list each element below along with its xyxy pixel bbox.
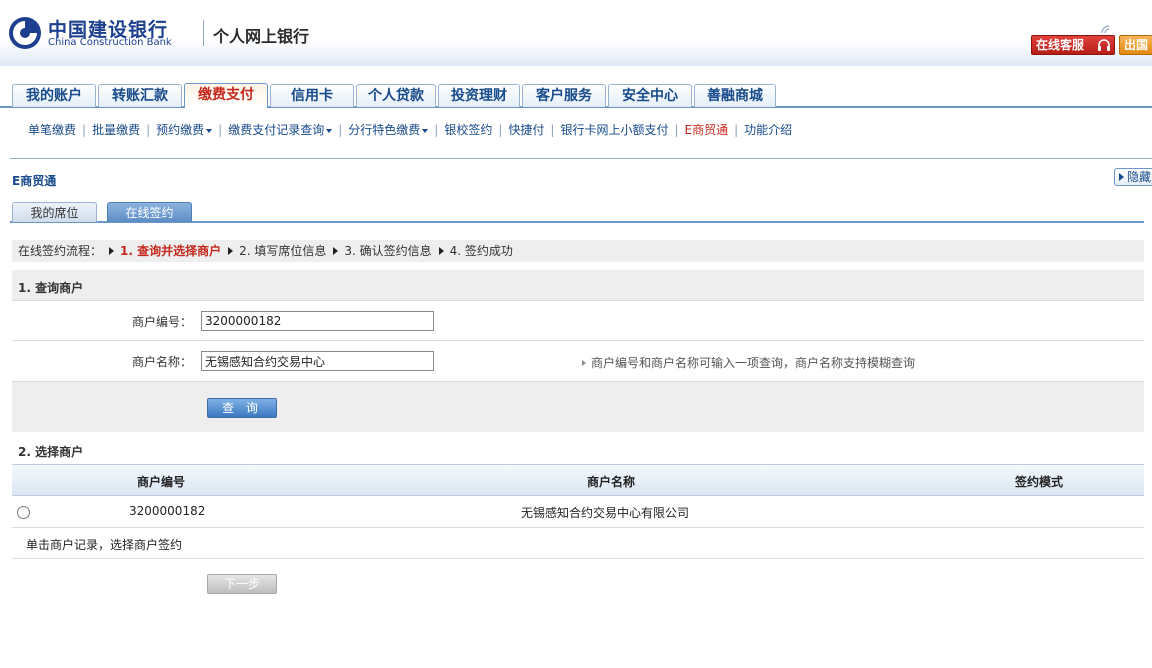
- arrow-right-icon: [333, 247, 339, 255]
- hide-button[interactable]: 隐藏: [1114, 168, 1152, 186]
- sub-nav: 单笔缴费 | 批量缴费 | 预约缴费 | 缴费支付记录查询 | 分行特色缴费 | 银校签约 | 快捷付 |…: [28, 121, 792, 137]
- nav-tab-shanrong-mall[interactable]: 善融商城: [694, 84, 776, 107]
- signing-process-bar: 在线签约流程： 1. 查询并选择商户 2. 填写席位信息 3. 确认签约信息 4. 签约…: [12, 240, 1144, 262]
- select-heading: 2. 选择商户: [18, 445, 84, 459]
- subnav-separator: |: [82, 123, 87, 137]
- subnav-branch-payment[interactable]: 分行特色缴费: [348, 121, 429, 138]
- subnav-feature-intro[interactable]: 功能介绍: [744, 121, 792, 138]
- subnav-separator: |: [550, 123, 555, 137]
- subnav-separator: |: [218, 123, 223, 137]
- nav-tab-credit-card[interactable]: 信用卡: [270, 84, 354, 107]
- process-step-1: 1. 查询并选择商户: [120, 244, 222, 258]
- caret-down-icon: [326, 128, 333, 133]
- subnav-single-payment[interactable]: 单笔缴费: [28, 121, 76, 138]
- table-note-row: 单击商户记录，选择商户签约: [12, 528, 1144, 559]
- subnav-micro-payment[interactable]: 银行卡网上小额支付: [560, 121, 668, 138]
- subnav-e-trade[interactable]: E商贸通: [685, 121, 729, 138]
- headset-icon: [1098, 39, 1110, 51]
- nav-tab-payment[interactable]: 缴费支付: [184, 83, 268, 108]
- column-signing-mode: 签约模式: [1015, 475, 1064, 489]
- nav-tab-security-center[interactable]: 安全中心: [608, 84, 692, 107]
- header: 中国建设银行 China Construction Bank 个人网上银行 在线…: [0, 0, 1152, 66]
- cell-merchant-name: 无锡感知合约交易中心有限公司: [521, 506, 690, 520]
- subnav-scheduled-payment[interactable]: 预约缴费: [156, 121, 213, 138]
- column-merchant-name: 商户名称: [587, 475, 636, 489]
- signal-wave-icon: [1101, 25, 1110, 34]
- merchant-id-input[interactable]: [201, 311, 434, 331]
- query-hint: 商户编号和商户名称可输入一项查询，商户名称支持模糊查询: [582, 354, 915, 371]
- header-divider: [203, 20, 204, 46]
- subnav-branch-payment-label: 分行特色缴费: [348, 123, 421, 137]
- bank-name-en: China Construction Bank: [48, 37, 172, 48]
- sub-tabs: 我的席位 在线签约: [10, 202, 1144, 223]
- subnav-batch-payment[interactable]: 批量缴费: [92, 121, 140, 138]
- ccb-logo-icon: [9, 17, 41, 49]
- section-title: E商贸通: [12, 174, 57, 188]
- next-step-button[interactable]: 下一步: [207, 574, 277, 594]
- go-abroad-button[interactable]: 出国: [1119, 35, 1152, 55]
- subnav-quick-pay[interactable]: 快捷付: [508, 121, 544, 138]
- online-service-button[interactable]: 在线客服: [1031, 35, 1115, 55]
- caret-down-icon: [422, 128, 429, 133]
- nav-tab-personal-loan[interactable]: 个人贷款: [356, 84, 436, 107]
- query-button[interactable]: 查 询: [207, 398, 277, 418]
- subnav-separator: |: [674, 123, 679, 137]
- query-heading: 1. 查询商户: [18, 281, 84, 295]
- online-service-label: 在线客服: [1036, 38, 1085, 52]
- merchant-select-radio[interactable]: [17, 506, 30, 519]
- subnav-scheduled-payment-label: 预约缴费: [156, 123, 205, 137]
- merchant-name-label: 商户名称：: [132, 355, 193, 369]
- hide-button-label: 隐藏: [1127, 170, 1152, 184]
- merchant-id-label: 商户编号：: [132, 315, 193, 329]
- subnav-separator: |: [498, 123, 503, 137]
- subnav-separator: |: [734, 123, 739, 137]
- nav-tab-customer-service[interactable]: 客户服务: [522, 84, 606, 107]
- header-subtitle: 个人网上银行: [213, 27, 310, 46]
- column-merchant-id: 商户编号: [137, 475, 186, 489]
- process-step-2: 2. 填写席位信息: [239, 244, 327, 258]
- subnav-separator: |: [434, 123, 439, 137]
- cell-merchant-id: 3200000182: [129, 504, 206, 518]
- arrow-right-icon: [109, 247, 115, 255]
- subnav-separator: |: [146, 123, 151, 137]
- merchant-name-row: 商户名称： 商户编号和商户名称可输入一项查询，商户名称支持模糊查询: [12, 341, 1144, 382]
- merchant-id-row: 商户编号：: [12, 300, 1144, 341]
- subnav-bank-school-sign[interactable]: 银校签约: [444, 121, 492, 138]
- subnav-payment-records[interactable]: 缴费支付记录查询: [228, 121, 333, 138]
- arrow-right-icon: [438, 247, 444, 255]
- caret-down-icon: [206, 128, 213, 133]
- process-step-3: 3. 确认签约信息: [344, 244, 432, 258]
- table-header: 商户编号 商户名称 签约模式: [12, 464, 1144, 496]
- nav-tab-transfer[interactable]: 转账汇款: [98, 84, 182, 107]
- table-row[interactable]: 3200000182 无锡感知合约交易中心有限公司: [12, 496, 1144, 528]
- query-hint-text: 商户编号和商户名称可输入一项查询，商户名称支持模糊查询: [591, 356, 916, 370]
- merchant-name-input[interactable]: [201, 351, 434, 371]
- tab-my-seat[interactable]: 我的席位: [12, 202, 97, 222]
- triangle-right-icon: [1119, 173, 1124, 181]
- arrow-right-icon: [228, 247, 234, 255]
- process-step-4: 4. 签约成功: [449, 244, 513, 258]
- bullet-triangle-icon: [582, 360, 586, 366]
- divider: [10, 158, 1152, 159]
- main-nav: 我的账户 转账汇款 缴费支付 信用卡 个人贷款 投资理财 客户服务 安全中心 善…: [0, 83, 1152, 108]
- subnav-separator: |: [338, 123, 343, 137]
- process-label: 在线签约流程：: [18, 244, 103, 258]
- subnav-payment-records-label: 缴费支付记录查询: [228, 123, 325, 137]
- tab-online-signing[interactable]: 在线签约: [107, 202, 192, 222]
- nav-tab-my-account[interactable]: 我的账户: [12, 84, 96, 107]
- nav-tab-investment[interactable]: 投资理财: [438, 84, 520, 107]
- query-merchant-panel: 1. 查询商户 商户编号： 商户名称： 商户编号和商户名称可输入一项查询，商户名…: [12, 270, 1144, 432]
- table-note: 单击商户记录，选择商户签约: [26, 538, 183, 552]
